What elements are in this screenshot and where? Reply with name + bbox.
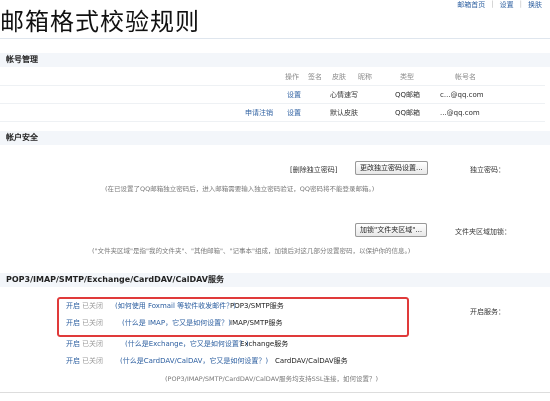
service-row-exchange: 开启 已关闭 Exchange服务 (什么是Exchange，它又是如何设置？)	[60, 337, 400, 351]
account-nickname: 心情速写	[330, 91, 358, 99]
divider: |	[491, 0, 494, 8]
folder-lock-note: ("文件夹区域"是指"我的文件夹"、"其他邮箱"、"记事本"组成，加锁后对这几部…	[92, 247, 411, 255]
independent-password-label: 独立密码：	[470, 166, 505, 174]
services-section-title: POP3/IMAP/SMTP/Exchange/CardDAV/CalDAV服务	[0, 273, 550, 287]
table-row: c...@qq.com QQ邮箱 心情速写 设置	[0, 87, 545, 104]
pop3-service-name: POP3/SMTP服务	[230, 302, 284, 310]
accounts-header-row: 帐号名 类型 昵称 皮肤 签名 操作	[0, 69, 545, 86]
carddav-enable-link[interactable]: 开启	[66, 354, 80, 368]
settings-panel: 帐号管理 帐号名 类型 昵称 皮肤 签名 操作 c...@qq.com QQ邮箱…	[0, 38, 550, 401]
exchange-status: 已关闭	[82, 340, 103, 348]
service-row-carddav: 开启 已关闭 CardDAV/CalDAV服务 (什么是CardDAV/CalD…	[60, 354, 400, 368]
imap-service-name: IMAP/SMTP服务	[230, 319, 283, 327]
account-type: QQ邮箱	[395, 109, 421, 117]
carddav-status: 已关闭	[82, 357, 103, 365]
change-password-button[interactable]: 更改独立密码设置...	[355, 161, 428, 175]
settings-link[interactable]: 设置	[500, 0, 514, 12]
switch-skin-link[interactable]: 换肤	[528, 0, 542, 12]
account-nickname: 默认皮肤	[330, 109, 358, 117]
imap-help-link[interactable]: (什么是 IMAP，它又是如何设置？)	[122, 319, 231, 327]
col-nickname: 昵称	[358, 73, 372, 81]
col-type: 类型	[400, 73, 414, 81]
delete-password-link[interactable]: [删除独立密码]	[290, 165, 337, 175]
imap-enable-link[interactable]: 开启	[66, 316, 80, 330]
open-service-label: 开启服务：	[470, 308, 505, 316]
imap-status: 已关闭	[82, 319, 103, 327]
carddav-service-name: CardDAV/CalDAV服务	[275, 357, 348, 365]
pop3-status: 已关闭	[82, 302, 103, 310]
account-settings-link[interactable]: 设置	[287, 105, 301, 121]
service-row-pop3: 开启 已关闭 POP3/SMTP服务 (如何使用 Foxmail 等软件收发邮件…	[60, 299, 400, 313]
mail-home-link[interactable]: 邮箱首页	[457, 0, 485, 12]
exchange-help-link[interactable]: (什么是Exchange，它又是如何设置？)	[125, 340, 249, 348]
password-note: (在已设置了QQ邮箱独立密码后，进入邮箱需要输入独立密码验证，QQ密码将不能登录…	[105, 185, 375, 193]
divider	[0, 392, 550, 393]
col-actions: 操作	[285, 73, 299, 81]
account-settings-link[interactable]: 设置	[287, 87, 301, 103]
account-name: ...@qq.com	[440, 109, 480, 117]
folder-lock-button[interactable]: 加锁"文件夹区域"...	[355, 223, 428, 237]
divider: |	[519, 0, 522, 8]
accounts-section-title: 帐号管理	[0, 53, 550, 67]
account-cancel-link[interactable]: 申请注销	[245, 105, 273, 121]
ssl-note: (POP3/IMAP/SMTP/CardDAV/CalDAV服务均支持SSL连接…	[165, 375, 379, 383]
col-account-name: 帐号名	[455, 73, 476, 81]
account-type: QQ邮箱	[395, 91, 421, 99]
exchange-enable-link[interactable]: 开启	[66, 337, 80, 351]
security-section-title: 帐户安全	[0, 131, 550, 145]
service-row-imap: 开启 已关闭 IMAP/SMTP服务 (什么是 IMAP，它又是如何设置？)	[60, 316, 400, 330]
top-nav: 邮箱首页 | 设置 | 换肤	[457, 0, 542, 12]
folder-lock-label: 文件夹区域加锁：	[455, 228, 511, 236]
carddav-help-link[interactable]: (什么是CardDAV/CalDAV，它又是如何设置？)	[120, 357, 268, 365]
col-skin: 皮肤	[332, 73, 346, 81]
table-row: ...@qq.com QQ邮箱 默认皮肤 设置 申请注销	[0, 105, 545, 122]
pop3-enable-link[interactable]: 开启	[66, 299, 80, 313]
pop3-help-link[interactable]: (如何使用 Foxmail 等软件收发邮件？)	[115, 302, 236, 310]
page-headline: 邮箱格式校验规则	[0, 2, 204, 37]
account-name: c...@qq.com	[440, 91, 484, 99]
col-signature: 签名	[308, 73, 322, 81]
